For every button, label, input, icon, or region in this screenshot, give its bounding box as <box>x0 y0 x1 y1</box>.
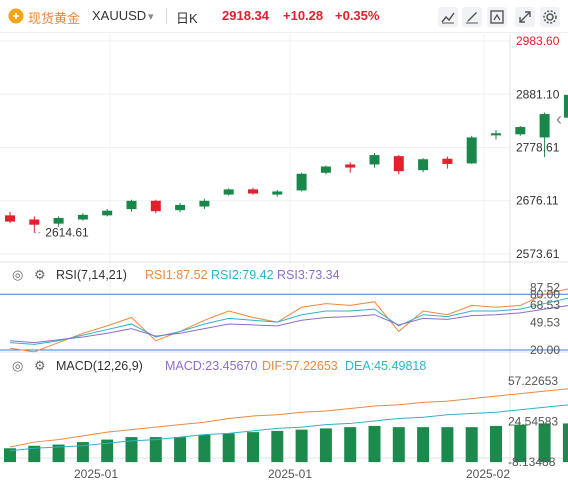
candle-body <box>150 200 161 212</box>
candle-body <box>53 217 64 224</box>
candle-body <box>393 156 404 172</box>
header-divider <box>166 8 167 24</box>
candle-body <box>77 214 88 220</box>
price-axis-label: 2676.11 <box>516 194 559 208</box>
candle-body <box>320 166 331 173</box>
rsi-axis-label: 68.53 <box>530 298 560 312</box>
macd-histogram-bar <box>441 427 454 463</box>
macd-histogram-bar <box>319 428 332 463</box>
chart-header: 现货黄金 XAUUSD ▾ 日K 2918.34 +10.28 +0.35% <box>0 0 568 33</box>
indicator-icon[interactable] <box>487 7 507 27</box>
rsi-axis-label: 49.53 <box>530 316 560 330</box>
macd-histogram-bar <box>465 427 478 463</box>
macd-histogram-bar <box>417 427 430 463</box>
rsi-legend-item: RSI1:87.52 <box>145 268 208 282</box>
macd-legend-item: MACD:23.45670 <box>165 359 257 373</box>
instrument-name[interactable]: 现货黄金 <box>28 8 80 27</box>
rsi-legend-item: RSI3:73.34 <box>277 268 340 282</box>
eye-icon: ◎ <box>12 358 23 373</box>
symbol-dropdown-icon[interactable]: ▾ <box>148 10 154 23</box>
date-axis-label: 2025-01 <box>74 467 118 481</box>
price-axis-label: 2881.10 <box>516 87 560 101</box>
candle-body <box>491 133 501 136</box>
price-axis-label: 2983.60 <box>516 34 560 48</box>
eye-icon: ◎ <box>12 267 23 282</box>
settings-icon: ⚙ <box>34 267 46 282</box>
candle-body <box>515 127 526 135</box>
macd-axis-label: 24.54583 <box>508 415 558 429</box>
macd-legend-item: DIF:57.22653 <box>262 359 338 373</box>
macd-axis-label: 57.22653 <box>508 374 558 388</box>
price-change-percent: +0.35% <box>335 8 380 23</box>
macd-histogram-bar <box>174 437 187 463</box>
candle-body <box>442 158 453 164</box>
candle-body <box>29 219 40 225</box>
settings-icon: ⚙ <box>34 358 46 373</box>
candle-body <box>175 204 186 211</box>
fullscreen-icon[interactable] <box>515 7 535 27</box>
macd-histogram-bar <box>149 437 162 463</box>
settings-icon[interactable] <box>540 7 560 27</box>
candle-body <box>296 173 307 191</box>
low-price-label: 2614.61 <box>45 226 89 240</box>
rsi-panel: 87.5280.0068.5349.5320.00◎ ⚙ RSI(7,14,21) R… <box>0 267 568 357</box>
last-price: 2918.34 <box>222 8 269 23</box>
candle-body <box>102 210 113 216</box>
rsi-title: RSI(7,14,21) <box>56 268 127 282</box>
macd-axis-label: -8.13488 <box>508 455 556 469</box>
chart-canvas: 2942.602614.61 87.5280.0068.5349.5320.00… <box>0 34 568 481</box>
price-change: +10.28 <box>283 8 324 23</box>
draw-icon[interactable] <box>462 7 482 27</box>
line-chart-icon[interactable] <box>438 7 458 27</box>
price-axis-label: 2778.61 <box>516 140 560 154</box>
candle-body <box>199 200 210 207</box>
candle-body <box>5 215 15 222</box>
candle-body <box>126 200 137 210</box>
macd-histogram-bar <box>247 432 259 463</box>
candle-body <box>345 164 356 168</box>
price-axis: 2983.60 2881.10 2778.61 2676.11 2573.61 2025-… <box>74 34 560 481</box>
date-axis-label: 2025-02 <box>466 467 510 481</box>
macd-panel: 57.22653 24.54583 -8.13488 ◎ ⚙ MACD(12,26,9) M… <box>4 358 568 469</box>
candle-body <box>223 189 234 195</box>
macd-histogram-bar <box>198 434 211 463</box>
gold-logo-icon <box>8 8 24 24</box>
macd-histogram-bar <box>368 425 381 463</box>
candle-body <box>248 189 258 194</box>
price-axis-label: 2573.61 <box>516 247 560 261</box>
macd-histogram-bar <box>562 423 568 463</box>
macd-histogram-bar <box>295 429 308 463</box>
candle-body <box>272 191 283 195</box>
candle-body <box>418 159 429 171</box>
candle-body <box>369 155 380 165</box>
symbol-label[interactable]: XAUUSD <box>92 8 146 23</box>
candle-body <box>466 137 477 164</box>
rsi-legend-item: RSI2:79.42 <box>211 268 274 282</box>
rsi-axis-label: 20.00 <box>530 343 560 357</box>
macd-histogram-bar <box>490 425 502 463</box>
macd-histogram-bar <box>271 430 284 463</box>
date-axis-label: 2025-01 <box>268 467 312 481</box>
macd-histogram-bar <box>344 427 357 463</box>
scroll-right-icon[interactable]: ‹ <box>552 109 566 129</box>
macd-title: MACD(12,26,9) <box>56 359 143 373</box>
interval-selector[interactable]: 日K <box>176 8 198 27</box>
macd-legend-item: DEA:45.49818 <box>345 359 426 373</box>
grid-lines <box>0 34 568 466</box>
candle-body <box>539 114 550 138</box>
macd-histogram-bar <box>222 433 235 463</box>
macd-histogram-bar <box>392 427 405 463</box>
